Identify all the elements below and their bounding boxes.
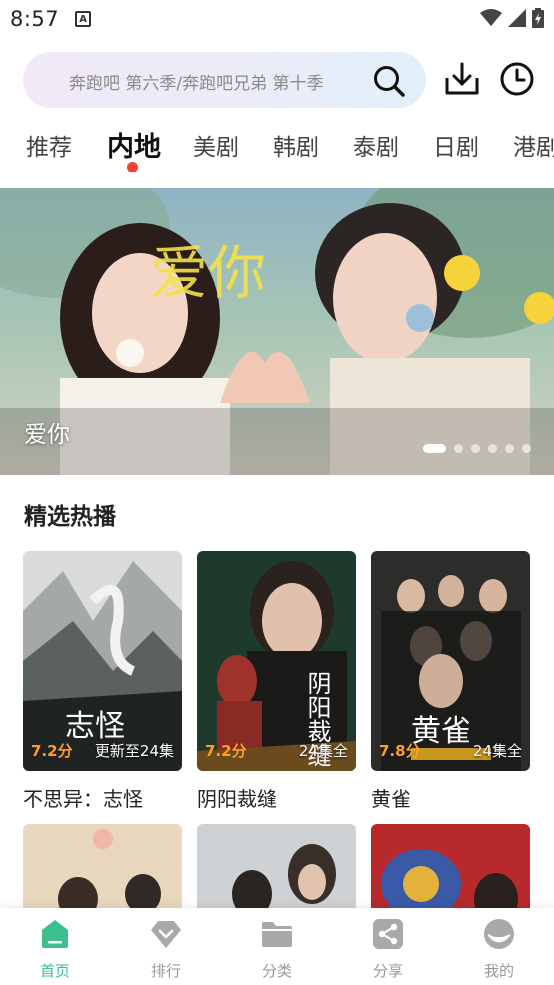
poster-title-art: 志怪 bbox=[65, 709, 125, 744]
poster-image: 阴阳裁缝 bbox=[197, 551, 356, 771]
nav-label: 分类 bbox=[261, 962, 292, 980]
banner-dot[interactable] bbox=[488, 444, 497, 453]
show-episodes: 24集全 bbox=[472, 742, 522, 760]
banner-carousel[interactable]: 爱你 爱你 bbox=[0, 188, 554, 475]
tab-recommend[interactable]: 推荐 bbox=[26, 128, 72, 162]
nav-label: 分享 bbox=[372, 962, 403, 980]
show-card[interactable]: 阴阳裁缝 7.2分 24集全 阴阳裁缝 bbox=[197, 551, 356, 812]
search-icon[interactable] bbox=[372, 64, 406, 98]
banner-dot[interactable] bbox=[522, 444, 531, 453]
poster-image: 志怪 bbox=[23, 551, 182, 771]
bottom-nav: 首页 排行 分类 分享 我的 bbox=[0, 908, 554, 985]
show-title[interactable]: 黄雀 bbox=[371, 783, 530, 812]
show-episodes: 更新至24集 bbox=[94, 742, 174, 760]
banner-pagination bbox=[423, 444, 531, 453]
show-poster[interactable]: 阴阳裁缝 7.2分 24集全 bbox=[197, 551, 356, 771]
tab-mainland[interactable]: 内地 bbox=[107, 125, 161, 164]
banner-dot[interactable] bbox=[454, 444, 463, 453]
show-poster[interactable] bbox=[23, 824, 182, 914]
nav-rank[interactable]: 排行 bbox=[126, 918, 206, 981]
search-row: 奔跑吧 第六季/奔跑吧兄弟 第十季 bbox=[0, 52, 554, 108]
share-icon bbox=[373, 919, 403, 949]
show-rating: 7.2分 bbox=[205, 742, 247, 760]
nav-category[interactable]: 分类 bbox=[237, 918, 317, 981]
banner-overlay-text: 爱你 bbox=[150, 239, 266, 307]
banner-dot[interactable] bbox=[471, 444, 480, 453]
download-icon[interactable] bbox=[444, 61, 480, 97]
banner-title: 爱你 bbox=[24, 422, 70, 448]
nav-home[interactable]: 首页 bbox=[15, 918, 95, 981]
signal-icon bbox=[508, 9, 526, 27]
search-placeholder: 奔跑吧 第六季/奔跑吧兄弟 第十季 bbox=[69, 74, 324, 94]
poster-image bbox=[197, 824, 356, 914]
category-tabs: 推荐 内地 美剧 韩剧 泰剧 日剧 港剧 bbox=[0, 122, 554, 172]
show-episodes: 24集全 bbox=[298, 742, 348, 760]
section-title: 精选热播 bbox=[24, 504, 116, 530]
battery-icon bbox=[532, 8, 544, 28]
banner-dot[interactable] bbox=[423, 444, 446, 453]
show-title[interactable]: 阴阳裁缝 bbox=[197, 783, 356, 812]
tab-us-drama[interactable]: 美剧 bbox=[193, 128, 239, 162]
nav-label: 我的 bbox=[483, 962, 514, 980]
history-icon[interactable] bbox=[499, 61, 535, 97]
profile-icon bbox=[484, 919, 514, 949]
poster-image bbox=[371, 824, 530, 914]
home-icon bbox=[42, 920, 68, 948]
tab-thai-drama[interactable]: 泰剧 bbox=[353, 128, 399, 162]
nav-label: 排行 bbox=[150, 962, 181, 980]
active-tab-indicator bbox=[127, 162, 138, 172]
wifi-icon bbox=[480, 9, 502, 26]
nav-label: 首页 bbox=[39, 962, 70, 980]
nav-share[interactable]: 分享 bbox=[348, 918, 428, 981]
banner-image: 爱你 bbox=[0, 188, 554, 475]
show-rating: 7.8分 bbox=[379, 742, 421, 760]
tab-hk-drama[interactable]: 港剧 bbox=[513, 128, 554, 162]
search-input[interactable]: 奔跑吧 第六季/奔跑吧兄弟 第十季 bbox=[23, 52, 426, 108]
show-title[interactable]: 不思异：志怪 bbox=[23, 783, 182, 812]
show-poster[interactable]: 黄雀 7.8分 24集全 bbox=[371, 551, 530, 771]
folder-icon bbox=[262, 922, 292, 947]
tab-korean-drama[interactable]: 韩剧 bbox=[273, 128, 319, 162]
show-poster[interactable] bbox=[197, 824, 356, 914]
show-card[interactable]: 志怪 7.2分 更新至24集 不思异：志怪 bbox=[23, 551, 182, 812]
show-rating: 7.2分 bbox=[31, 742, 73, 760]
show-poster[interactable]: 志怪 7.2分 更新至24集 bbox=[23, 551, 182, 771]
notification-icon: A bbox=[75, 11, 92, 27]
rank-icon bbox=[151, 921, 181, 948]
poster-image: 黄雀 bbox=[371, 551, 530, 771]
poster-image bbox=[23, 824, 182, 914]
nav-profile[interactable]: 我的 bbox=[459, 918, 539, 981]
status-time: 8:57 bbox=[10, 7, 60, 31]
tab-japanese-drama[interactable]: 日剧 bbox=[433, 128, 479, 162]
show-poster[interactable] bbox=[371, 824, 530, 914]
show-card[interactable]: 黄雀 7.8分 24集全 黄雀 bbox=[371, 551, 530, 812]
status-bar: 8:57 A bbox=[0, 0, 554, 38]
banner-dot[interactable] bbox=[505, 444, 514, 453]
